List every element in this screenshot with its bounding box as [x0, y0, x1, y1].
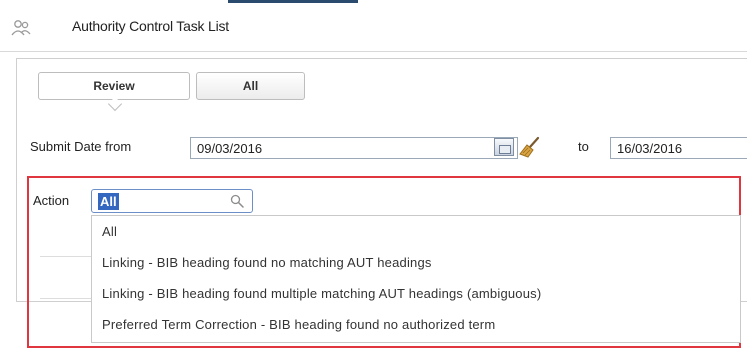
tab-all[interactable]: All: [196, 72, 305, 100]
tab-all-label: All: [242, 79, 259, 93]
dropdown-option-linking-multiple[interactable]: Linking - BIB heading found multiple mat…: [102, 286, 541, 301]
calendar-icon[interactable]: [494, 138, 514, 156]
page-title: Authority Control Task List: [72, 18, 229, 34]
action-label: Action: [33, 193, 70, 208]
action-combobox[interactable]: All: [91, 189, 253, 213]
dropdown-option-preferred-term[interactable]: Preferred Term Correction - BIB heading …: [102, 317, 495, 332]
submit-date-label: Submit Date from: [30, 139, 132, 154]
tab-review[interactable]: Review: [38, 72, 190, 100]
dropdown-option-all[interactable]: All: [102, 224, 117, 239]
header-accent: [228, 0, 358, 3]
action-dropdown-list: All Linking - BIB heading found no match…: [91, 215, 741, 343]
action-value: All: [98, 193, 119, 210]
search-icon[interactable]: [230, 194, 244, 208]
header-bar: Authority Control Task List: [0, 0, 747, 52]
date-from-input[interactable]: [190, 137, 518, 159]
broom-icon[interactable]: [518, 136, 542, 158]
tab-review-label: Review: [93, 79, 135, 93]
people-icon: [11, 20, 31, 36]
to-label: to: [578, 139, 589, 154]
date-to-input[interactable]: [610, 137, 747, 159]
header-divider: [0, 51, 747, 52]
dropdown-option-linking-no-match[interactable]: Linking - BIB heading found no matching …: [102, 255, 432, 270]
